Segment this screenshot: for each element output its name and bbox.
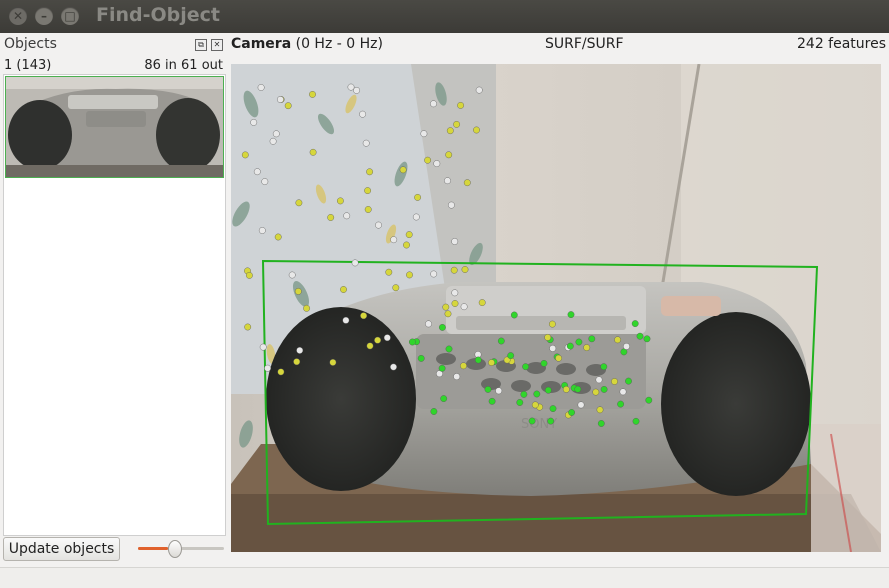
minimize-icon[interactable]: – [35, 7, 53, 25]
object-thumbnail[interactable] [5, 76, 224, 178]
objects-list[interactable] [3, 74, 226, 536]
title-bar: ✕ – □ Find-Object [0, 0, 889, 33]
camera-header: Camera (0 Hz - 0 Hz) [231, 36, 383, 52]
detector-label: SURF/SURF [545, 36, 624, 52]
camera-image: SONY [231, 64, 881, 552]
slider-handle[interactable] [168, 540, 182, 558]
float-panel-icon[interactable]: ⧉ [195, 39, 207, 51]
feature-count: 242 features [797, 36, 887, 52]
status-bar [0, 567, 889, 588]
objects-panel-title: Objects [4, 36, 57, 52]
update-objects-button[interactable]: Update objects [3, 537, 120, 561]
threshold-slider[interactable] [138, 538, 224, 558]
object-id-label: 1 (143) [4, 58, 52, 73]
close-panel-icon[interactable]: ✕ [211, 39, 223, 51]
window-title: Find-Object [96, 4, 221, 26]
maximize-icon[interactable]: □ [61, 7, 79, 25]
camera-view[interactable]: SONY [231, 64, 881, 552]
object-match-label: 86 in 61 out [144, 58, 223, 73]
object-row[interactable]: 1 (143) 86 in 61 out [4, 58, 223, 73]
find-object-window: ✕ – □ Find-Object Objects ⧉ ✕ 1 (143) 86… [0, 0, 889, 588]
camera-title: Camera [231, 36, 292, 52]
slider-fill [138, 547, 168, 550]
camera-rate: (0 Hz - 0 Hz) [295, 36, 383, 52]
object-thumbnail-image [6, 77, 223, 177]
close-icon[interactable]: ✕ [9, 7, 27, 25]
